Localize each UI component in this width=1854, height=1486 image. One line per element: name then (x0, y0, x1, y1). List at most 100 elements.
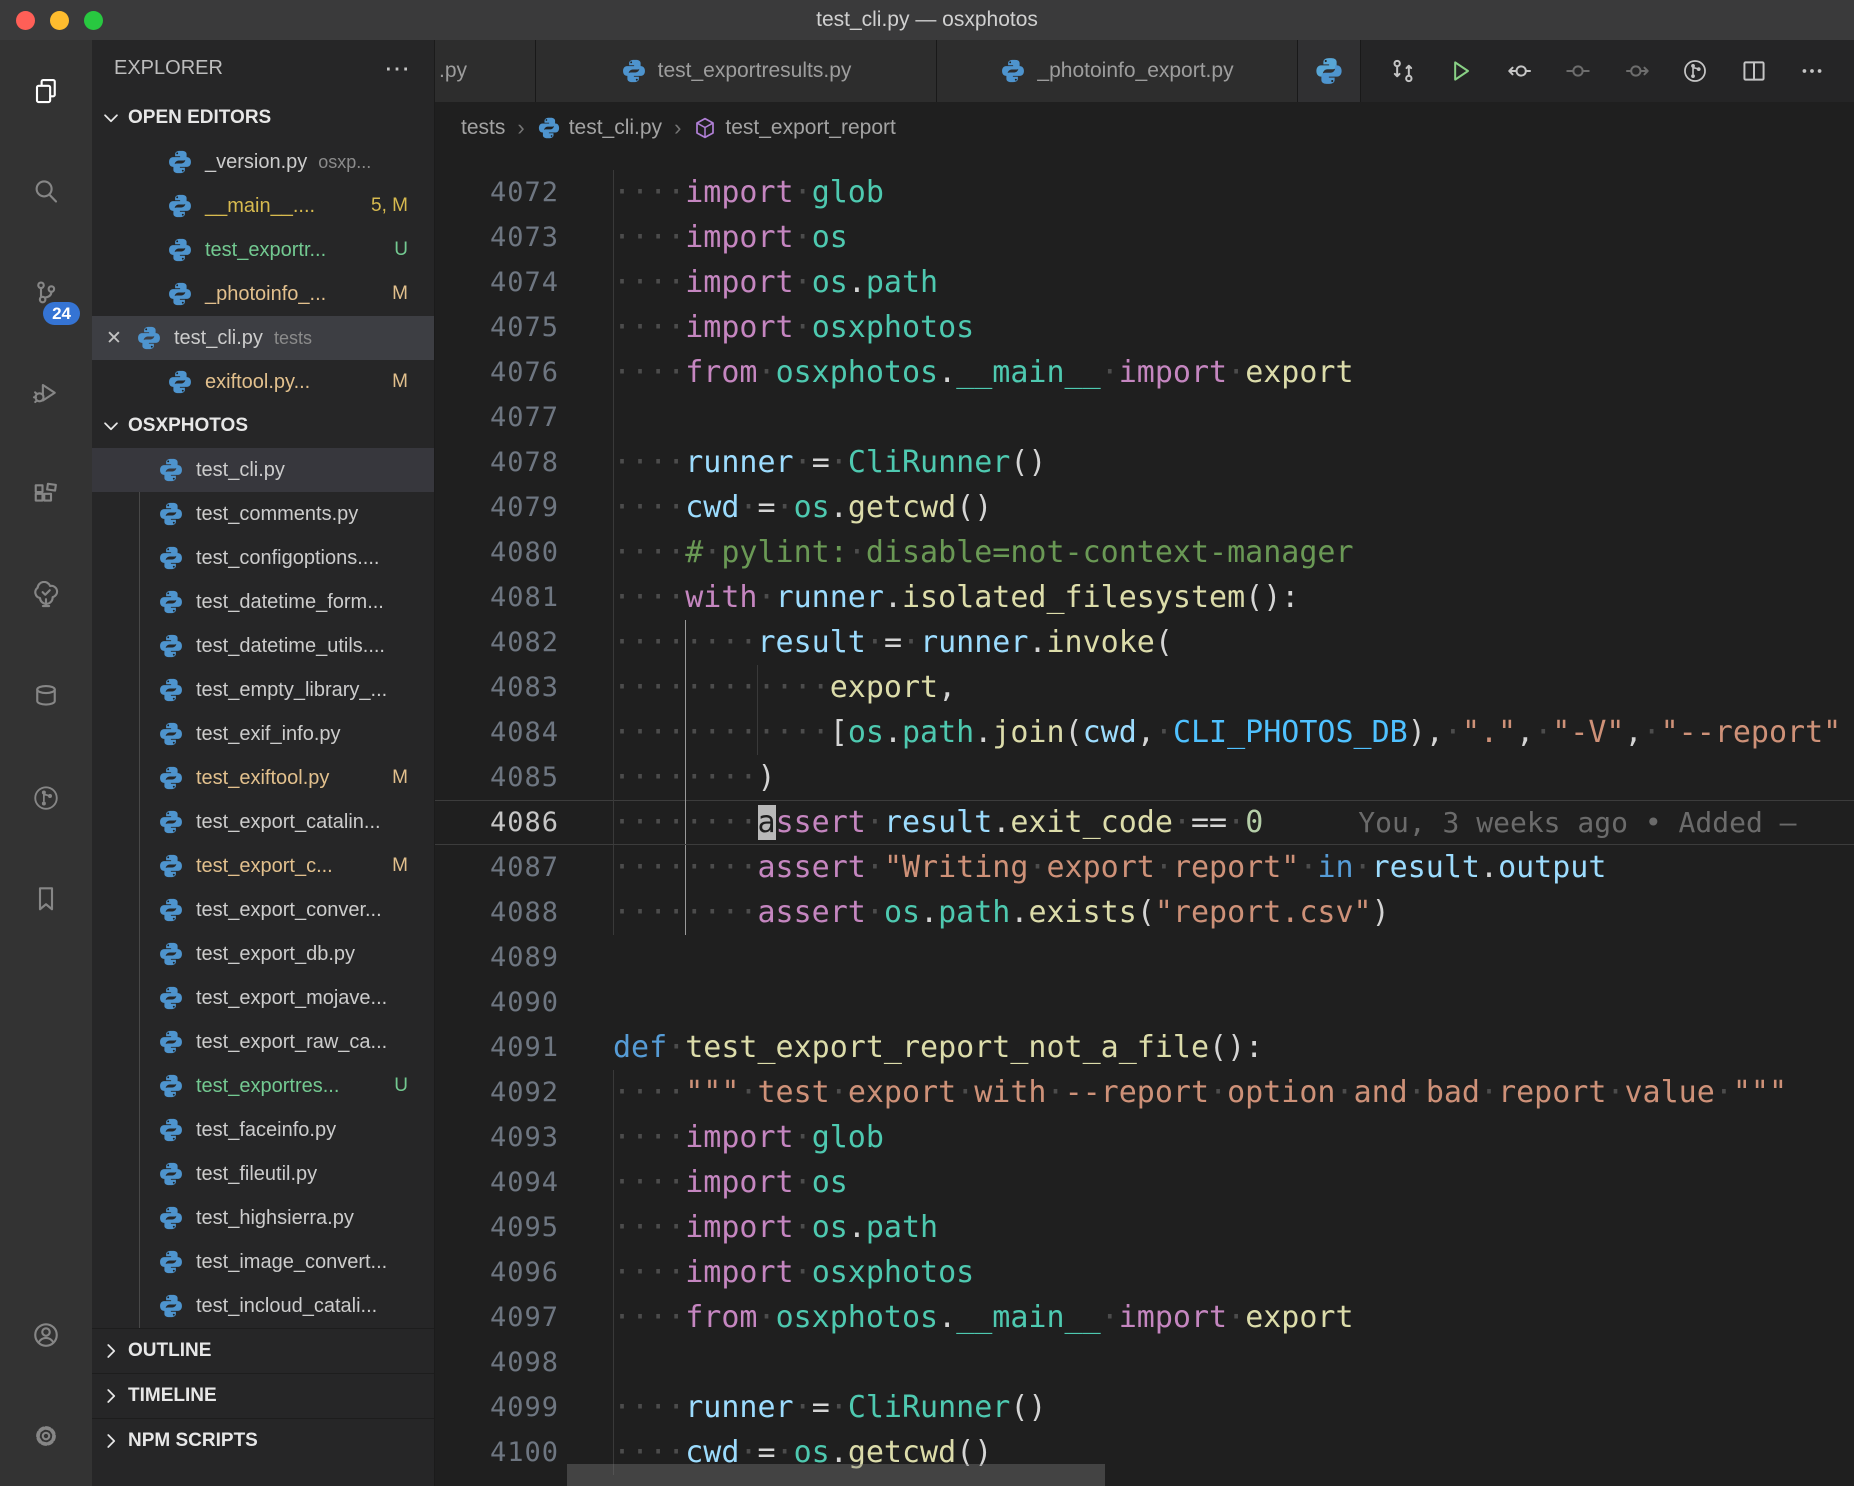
code-line[interactable]: 4098 (435, 1340, 1854, 1385)
code-line[interactable]: 4080····#·pylint:·disable=not-context-ma… (435, 530, 1854, 575)
code-line[interactable]: 4073····import·os (435, 215, 1854, 260)
settings-gear-icon[interactable] (0, 1385, 92, 1486)
tree-item[interactable]: test_export_mojave... (92, 976, 434, 1020)
minimize-window-button[interactable] (50, 11, 69, 30)
bookmark-icon[interactable] (0, 848, 92, 949)
source-control-icon[interactable]: 24 (0, 242, 92, 343)
tree-item[interactable]: test_exportres...U (92, 1064, 434, 1108)
section-header-osxphotos[interactable]: OSXPHOTOS (92, 404, 434, 448)
tree-item[interactable]: test_image_convert... (92, 1240, 434, 1284)
compare-changes-icon[interactable] (1380, 48, 1426, 94)
open-editor-item[interactable]: exiftool.py...M (92, 360, 434, 404)
breadcrumb-item[interactable]: test_export_report (693, 116, 895, 140)
code-line[interactable]: 4094····import·os (435, 1160, 1854, 1205)
open-editor-item[interactable]: ✕test_cli.pytests (92, 316, 434, 360)
search-icon[interactable] (0, 141, 92, 242)
code-line[interactable]: 4082········result·=·runner.invoke( (435, 620, 1854, 665)
code-line[interactable]: 4076····from·osxphotos.__main__·import·e… (435, 350, 1854, 395)
breadcrumb-separator: › (674, 115, 681, 141)
tree-item[interactable]: test_datetime_form... (92, 580, 434, 624)
git-graph-icon[interactable] (0, 747, 92, 848)
tree-item[interactable]: test_configoptions.... (92, 536, 434, 580)
indent-guide (613, 710, 614, 755)
tree-item[interactable]: test_export_catalin... (92, 800, 434, 844)
close-window-button[interactable] (16, 11, 35, 30)
code-line[interactable]: 4074····import·os.path (435, 260, 1854, 305)
code-line[interactable]: 4085········) (435, 755, 1854, 800)
tree-item[interactable]: test_export_c...M (92, 844, 434, 888)
maximize-window-button[interactable] (84, 11, 103, 30)
tree-item[interactable]: test_exiftool.pyM (92, 756, 434, 800)
code-line[interactable]: 4077 (435, 395, 1854, 440)
tree-item[interactable]: test_export_db.py (92, 932, 434, 976)
account-icon[interactable] (0, 1284, 92, 1385)
editor-tab[interactable] (1298, 40, 1361, 102)
editor-tab[interactable]: _photoinfo_export.py (937, 40, 1298, 102)
horizontal-scrollbar[interactable] (567, 1464, 1105, 1486)
code-line[interactable]: 4081····with·runner.isolated_filesystem(… (435, 575, 1854, 620)
code-line[interactable]: 4097····from·osxphotos.__main__·import·e… (435, 1295, 1854, 1340)
code-line[interactable]: 4095····import·os.path (435, 1205, 1854, 1250)
code-line[interactable]: 4096····import·osxphotos (435, 1250, 1854, 1295)
code-line[interactable]: 4083············export, (435, 665, 1854, 710)
extensions-icon[interactable] (0, 444, 92, 545)
tree-item[interactable]: test_faceinfo.py (92, 1108, 434, 1152)
editor-tab[interactable]: .py (435, 40, 536, 102)
code-line[interactable]: 4091def·test_export_report_not_a_file(): (435, 1025, 1854, 1070)
run-debug-icon[interactable] (0, 343, 92, 444)
code-token: pylint: (721, 535, 847, 570)
code-line[interactable]: 4079····cwd·=·os.getcwd() (435, 485, 1854, 530)
close-icon[interactable]: ✕ (92, 327, 136, 350)
tree-item[interactable]: test_fileutil.py (92, 1152, 434, 1196)
tree-item[interactable]: test_export_raw_ca... (92, 1020, 434, 1064)
open-editor-item[interactable]: __main__....5, M (92, 184, 434, 228)
tree-item[interactable]: test_export_conver... (92, 888, 434, 932)
code-line[interactable]: 4090 (435, 980, 1854, 1025)
code-line[interactable]: 4084············[os.path.join(cwd,·CLI_P… (435, 710, 1854, 755)
code-line[interactable]: 4099····runner·=·CliRunner() (435, 1385, 1854, 1430)
section-header-outline[interactable]: OUTLINE (92, 1328, 434, 1373)
code-line[interactable]: 4089 (435, 935, 1854, 980)
open-editor-label: test_cli.py (174, 327, 263, 350)
open-editor-item[interactable]: _version.pyosxp... (92, 140, 434, 184)
section-header-open-editors[interactable]: OPEN EDITORS (92, 96, 434, 140)
breadcrumb-item[interactable]: test_cli.py (537, 116, 662, 140)
tree-item[interactable]: test_cli.py (92, 448, 434, 492)
code-line[interactable]: 4078····runner·=·CliRunner() (435, 440, 1854, 485)
breadcrumb-item[interactable]: tests (461, 116, 505, 140)
database-icon[interactable] (0, 646, 92, 747)
code-line[interactable]: 4088········assert·os.path.exists("repor… (435, 890, 1854, 935)
current-change-icon[interactable] (1555, 48, 1601, 94)
tree-item[interactable]: test_empty_library_... (92, 668, 434, 712)
tree-item[interactable]: test_datetime_utils.... (92, 624, 434, 668)
code-line[interactable]: 4093····import·glob (435, 1115, 1854, 1160)
commit-graph-icon[interactable] (1672, 48, 1718, 94)
code-line[interactable]: 4092····"""·test·export·with·--report·op… (435, 1070, 1854, 1115)
code-line[interactable]: 4075····import·osxphotos (435, 305, 1854, 350)
tree-item[interactable]: test_comments.py (92, 492, 434, 536)
code-line[interactable]: 4087········assert·"Writing·export·repor… (435, 845, 1854, 890)
previous-change-icon[interactable] (1497, 48, 1543, 94)
section-header-npm-scripts[interactable]: NPM SCRIPTS (92, 1418, 434, 1463)
files-icon[interactable] (0, 40, 92, 141)
next-change-icon[interactable] (1614, 48, 1660, 94)
tree-item[interactable]: test_highsierra.py (92, 1196, 434, 1240)
more-actions-icon[interactable] (1789, 48, 1835, 94)
tree-item[interactable]: test_exif_info.py (92, 712, 434, 756)
section-header-timeline[interactable]: TIMELINE (92, 1373, 434, 1418)
more-actions-icon[interactable]: ⋯ (384, 53, 412, 84)
open-editor-item[interactable]: _photoinfo_...M (92, 272, 434, 316)
open-editor-item[interactable]: test_exportr...U (92, 228, 434, 272)
code-editor[interactable]: 4072····import·glob4073····import·os4074… (435, 154, 1854, 1486)
editor-tab[interactable]: test_exportresults.py (536, 40, 937, 102)
tree-item[interactable]: test_incloud_catali... (92, 1284, 434, 1328)
code-token: __main__ (956, 355, 1101, 390)
testing-icon[interactable] (0, 545, 92, 646)
split-editor-icon[interactable] (1731, 48, 1777, 94)
python-icon (158, 677, 184, 703)
active-indent-guide (685, 845, 686, 890)
code-line[interactable]: 4072····import·glob (435, 170, 1854, 215)
code-line[interactable]: 4086········assert·result.exit_code·==·0… (435, 800, 1854, 845)
run-tests-icon[interactable] (1438, 48, 1484, 94)
indent-guide (613, 485, 614, 530)
